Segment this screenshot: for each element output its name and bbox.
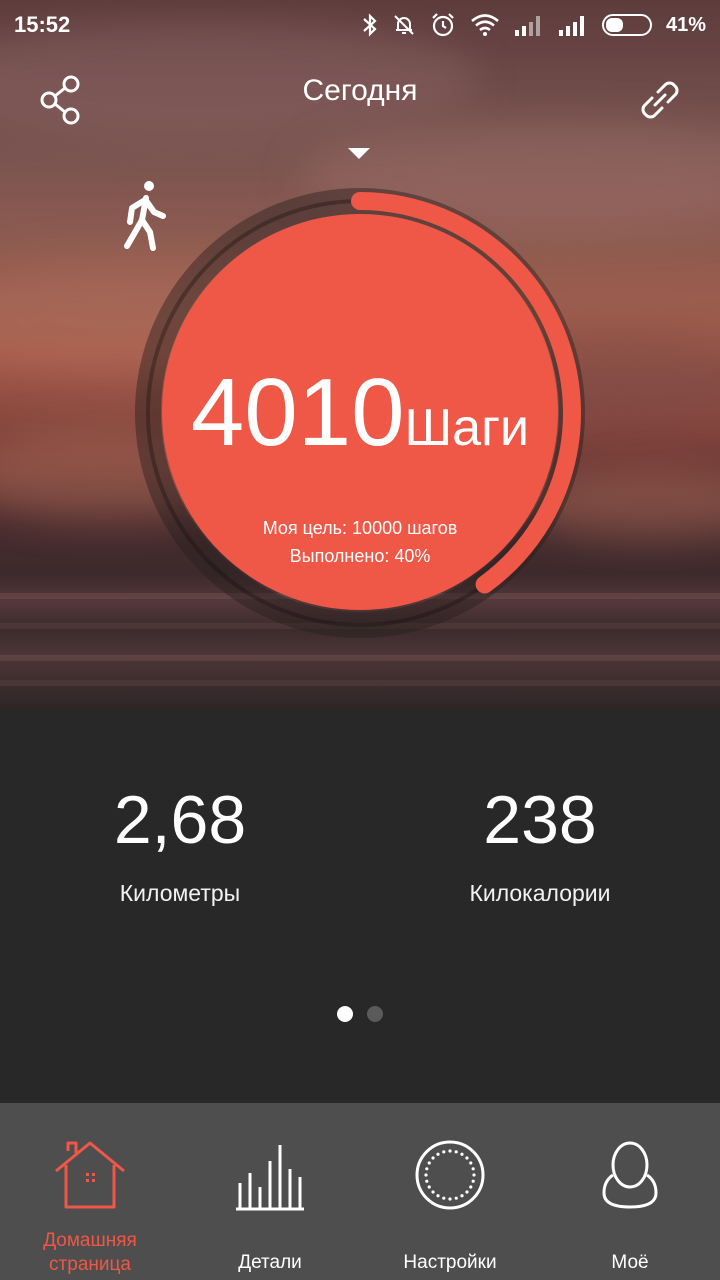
tab-home-label-line1: Домашняя — [43, 1230, 137, 1251]
tab-home-label: Домашняя страница — [0, 1229, 180, 1277]
dial-dot — [424, 1173, 428, 1177]
tab-settings-label: Настройки — [403, 1252, 497, 1273]
dial-dot — [448, 1197, 452, 1201]
signal-icon — [558, 16, 584, 36]
completion-text: Выполнено: 40% — [289, 546, 431, 566]
dial-dot — [471, 1167, 475, 1171]
dial-dot — [465, 1190, 469, 1194]
status-bar: 15:52 41% — [0, 0, 720, 50]
tab-settings[interactable]: Настройки — [360, 1103, 540, 1280]
dial-dot — [427, 1161, 431, 1165]
link-icon — [641, 81, 679, 119]
dial-dot — [436, 1152, 440, 1156]
dial-dot — [436, 1194, 440, 1198]
status-time: 15:52 — [14, 12, 71, 37]
battery-icon — [601, 14, 652, 36]
tab-home-label-line2: страница — [49, 1254, 131, 1275]
bar-chart-icon — [236, 1145, 304, 1211]
dial-dot — [469, 1161, 473, 1165]
dial-dot — [425, 1167, 429, 1171]
dial-dot — [469, 1185, 473, 1189]
dial-dot — [431, 1190, 435, 1194]
page-dot[interactable] — [337, 1006, 353, 1022]
dial-dot — [460, 1194, 464, 1198]
tab-mine[interactable]: Моё — [540, 1103, 720, 1280]
calories-label: Килокалории — [469, 880, 611, 906]
dial-dot — [454, 1150, 458, 1154]
alarm-icon — [432, 13, 454, 37]
dial-dot — [448, 1149, 452, 1153]
muted-bell-icon — [394, 15, 414, 35]
dial-dot — [431, 1156, 435, 1160]
walking-person-icon — [124, 181, 166, 251]
profile-icon — [602, 1141, 658, 1209]
tab-details[interactable]: Детали — [180, 1103, 360, 1280]
distance-stat: 2,68 Километры — [0, 780, 360, 907]
link-button[interactable] — [632, 72, 688, 128]
battery-percent: 41% — [665, 13, 706, 36]
bottom-navigation: Домашняя страница Детали Настройки Моё — [0, 1103, 720, 1280]
dial-dot — [442, 1196, 446, 1200]
dial-dot — [460, 1152, 464, 1156]
steps-count: 4010Шаги — [120, 358, 600, 468]
dial-dot — [442, 1150, 446, 1154]
home-icon — [55, 1141, 125, 1209]
dial-dot — [425, 1179, 429, 1183]
bluetooth-icon — [363, 13, 377, 37]
dial-dot — [465, 1156, 469, 1160]
steps-unit: Шаги — [404, 399, 530, 457]
settings-dial-icon — [415, 1140, 485, 1210]
dial-dot — [472, 1173, 476, 1177]
tab-details-label: Детали — [238, 1252, 302, 1273]
tab-mine-label: Моё — [611, 1252, 649, 1273]
dropdown-caret-icon[interactable] — [348, 148, 370, 159]
distance-label: Километры — [119, 880, 241, 906]
date-selector[interactable]: Сегодня — [0, 74, 720, 108]
goal-text: Моя цель: 10000 шагов — [262, 518, 458, 538]
calories-stat: 238 Килокалории — [360, 780, 720, 907]
dial-dot — [427, 1185, 431, 1189]
calories-value: 238 — [483, 782, 597, 858]
distance-value: 2,68 — [113, 782, 247, 858]
dial-dot — [471, 1179, 475, 1183]
signal-icon — [514, 16, 540, 36]
page-dot[interactable] — [367, 1006, 383, 1022]
tab-home[interactable]: Домашняя страница — [0, 1103, 180, 1280]
goal-info: Моя цель: 10000 шагов Выполнено: 40% — [120, 514, 600, 570]
wifi-icon — [471, 14, 499, 36]
page-indicator — [0, 1006, 720, 1022]
steps-progress-ring[interactable]: 4010Шаги Моя цель: 10000 шагов Выполнено… — [120, 178, 600, 658]
steps-value: 4010 — [190, 359, 405, 466]
dial-dot — [454, 1196, 458, 1200]
